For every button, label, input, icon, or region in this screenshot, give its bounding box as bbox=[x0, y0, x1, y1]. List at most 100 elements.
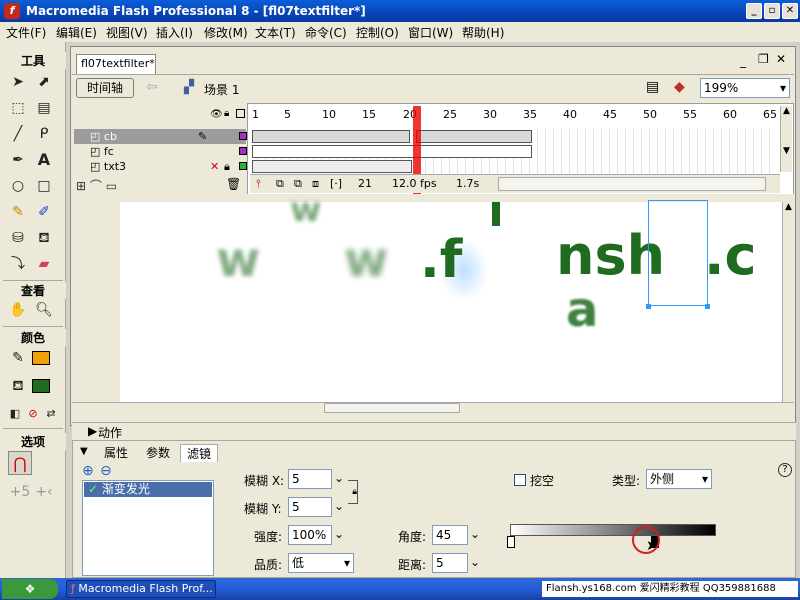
text-tool-icon[interactable]: A bbox=[32, 148, 56, 172]
chevron-down-icon[interactable]: ⌄ bbox=[334, 471, 344, 485]
stage-char[interactable]: .c bbox=[704, 224, 757, 287]
zoom-select[interactable]: 199% ▾ bbox=[700, 78, 790, 98]
actions-panel-header[interactable]: ▶ 动作 bbox=[72, 422, 796, 440]
swap-colors-icon[interactable]: ⇄ bbox=[39, 402, 63, 426]
straighten-icon[interactable]: +‹ bbox=[32, 480, 56, 504]
pencil-tool-icon[interactable]: ✎ bbox=[6, 200, 30, 224]
onion-skin-icon[interactable]: ⧉ bbox=[276, 177, 284, 191]
delete-layer-icon[interactable]: 🗑︎ bbox=[226, 177, 241, 191]
fill-color-swatch[interactable] bbox=[32, 379, 50, 393]
snap-magnet-icon[interactable]: ⋂ bbox=[8, 451, 32, 475]
selection-handle[interactable] bbox=[705, 304, 710, 309]
stage-char[interactable]: w bbox=[344, 232, 388, 288]
minimize-button[interactable]: _ bbox=[746, 3, 762, 19]
layer-color-swatch[interactable] bbox=[239, 162, 247, 170]
remove-filter-icon[interactable]: ⊖ bbox=[100, 463, 112, 479]
frame-span[interactable] bbox=[416, 130, 532, 143]
add-folder-icon[interactable]: ▭ bbox=[106, 179, 117, 193]
timeline-hscrollbar[interactable] bbox=[498, 177, 766, 191]
stroke-color-icon[interactable]: ✎ bbox=[6, 346, 30, 370]
doc-minimize-icon[interactable]: _ bbox=[740, 54, 746, 68]
constrain-lock-icon[interactable]: 🔒︎ bbox=[348, 480, 358, 504]
menu-file[interactable]: 文件(F) bbox=[6, 24, 46, 41]
ink-bottle-tool-icon[interactable]: ⛁ bbox=[6, 226, 30, 250]
gradient-bar[interactable] bbox=[510, 524, 716, 536]
rectangle-tool-icon[interactable]: □ bbox=[32, 174, 56, 198]
frame-span[interactable] bbox=[252, 145, 532, 158]
quality-select[interactable]: 低 ▾ bbox=[288, 553, 354, 573]
collapse-arrow-icon[interactable]: ▼ bbox=[80, 446, 88, 457]
menu-text[interactable]: 文本(T) bbox=[255, 24, 296, 41]
panel-splitter[interactable] bbox=[72, 414, 794, 422]
tab-filters[interactable]: 滤镜 bbox=[180, 444, 219, 462]
add-layer-icon[interactable]: ⊞ bbox=[76, 179, 86, 193]
gradient-stop-left[interactable] bbox=[507, 536, 515, 548]
brush-tool-icon[interactable]: ✐ bbox=[32, 200, 56, 224]
edit-scene-icon[interactable]: ▤ bbox=[646, 79, 659, 95]
filter-item-selected[interactable]: ✓ 渐变发光 bbox=[84, 482, 212, 497]
oval-tool-icon[interactable]: ○ bbox=[6, 174, 30, 198]
timeline-vscrollbar[interactable]: ▲ ▼ bbox=[780, 106, 792, 172]
smooth-icon[interactable]: +5 bbox=[8, 480, 32, 504]
layer-row-cb[interactable]: ◰ cb ✎ bbox=[74, 129, 247, 144]
stage-vscrollbar[interactable]: ▲ bbox=[782, 202, 794, 402]
stroke-color-swatch[interactable] bbox=[32, 351, 50, 365]
hand-tool-icon[interactable]: ✋ bbox=[6, 298, 30, 322]
layer-row-fc[interactable]: ◰ fc bbox=[74, 144, 247, 159]
menu-modify[interactable]: 修改(M) bbox=[204, 24, 248, 41]
stage-char[interactable]: w bbox=[290, 200, 321, 228]
scene-label[interactable]: 场景 1 bbox=[204, 81, 239, 98]
angle-field[interactable]: 45 bbox=[432, 525, 468, 545]
frame-span[interactable] bbox=[252, 130, 410, 143]
blur-y-field[interactable]: 5 bbox=[288, 497, 332, 517]
distance-field[interactable]: 5 bbox=[432, 553, 468, 573]
menu-window[interactable]: 窗口(W) bbox=[408, 24, 453, 41]
chevron-down-icon[interactable]: ⌄ bbox=[334, 527, 344, 541]
start-button[interactable]: ❖ bbox=[2, 579, 58, 599]
back-arrow-icon[interactable]: ⇦ bbox=[146, 79, 158, 95]
selection-handle[interactable] bbox=[646, 304, 651, 309]
menu-view[interactable]: 视图(V) bbox=[106, 24, 148, 41]
layer-row-txt3[interactable]: ◰ txt3 ✕ 🔒︎ bbox=[74, 159, 247, 174]
fill-color-icon[interactable]: ⛾ bbox=[6, 374, 30, 398]
menu-commands[interactable]: 命令(C) bbox=[305, 24, 347, 41]
tab-properties[interactable]: 属性 bbox=[98, 444, 134, 462]
doc-close-icon[interactable]: ✕ bbox=[776, 52, 786, 66]
stage-char[interactable]: w bbox=[216, 232, 260, 288]
help-icon[interactable]: ? bbox=[778, 463, 792, 477]
hidden-x-icon[interactable]: ✕ bbox=[210, 159, 219, 174]
menu-edit[interactable]: 编辑(E) bbox=[56, 24, 97, 41]
paint-bucket-tool-icon[interactable]: ⛾ bbox=[32, 226, 56, 250]
strength-field[interactable]: 100% bbox=[288, 525, 332, 545]
selection-box[interactable] bbox=[648, 200, 708, 306]
knockout-checkbox[interactable] bbox=[514, 474, 526, 486]
taskbar-task-flash[interactable]: ƒ Macromedia Flash Prof... bbox=[66, 580, 216, 598]
type-select[interactable]: 外侧 ▾ bbox=[646, 469, 712, 489]
zoom-tool-icon[interactable]: 🔍︎ bbox=[32, 298, 56, 322]
chevron-down-icon[interactable]: ⌄ bbox=[470, 555, 480, 569]
frame-span[interactable] bbox=[252, 160, 412, 173]
menu-help[interactable]: 帮助(H) bbox=[462, 24, 504, 41]
document-tab[interactable]: fl07textfilter* bbox=[76, 54, 156, 74]
angle-knob-icon[interactable]: ⌄ bbox=[470, 527, 480, 541]
fill-transform-tool-icon[interactable]: ▤ bbox=[32, 96, 56, 120]
pen-tool-icon[interactable]: ✒ bbox=[6, 148, 30, 172]
eye-icon[interactable]: 👁︎ bbox=[210, 109, 223, 120]
onion-markers-icon[interactable]: [·] bbox=[330, 177, 342, 190]
hscroll-thumb[interactable] bbox=[324, 403, 460, 413]
add-guide-layer-icon[interactable]: ⌒ bbox=[90, 179, 102, 193]
edit-multiple-icon[interactable]: ⧈ bbox=[312, 177, 319, 191]
center-frame-icon[interactable]: ⫯ bbox=[256, 177, 261, 191]
timeline-toggle-button[interactable]: 时间轴 bbox=[76, 78, 134, 98]
menu-insert[interactable]: 插入(I) bbox=[156, 24, 193, 41]
restore-button[interactable]: ▫ bbox=[764, 3, 780, 19]
subselect-tool-icon[interactable]: ⬈ bbox=[32, 70, 56, 94]
layer-color-swatch[interactable] bbox=[239, 147, 247, 155]
layer-color-swatch[interactable] bbox=[239, 132, 247, 140]
lasso-tool-icon[interactable]: ᑭ bbox=[32, 122, 56, 146]
lock-icon[interactable]: 🔒︎ bbox=[224, 159, 230, 174]
add-filter-icon[interactable]: ⊕ bbox=[82, 463, 94, 479]
onion-outline-icon[interactable]: ⧉ bbox=[294, 177, 302, 191]
lock-icon[interactable]: 🔒︎ bbox=[224, 108, 229, 119]
eraser-tool-icon[interactable]: ▰ bbox=[32, 252, 56, 276]
